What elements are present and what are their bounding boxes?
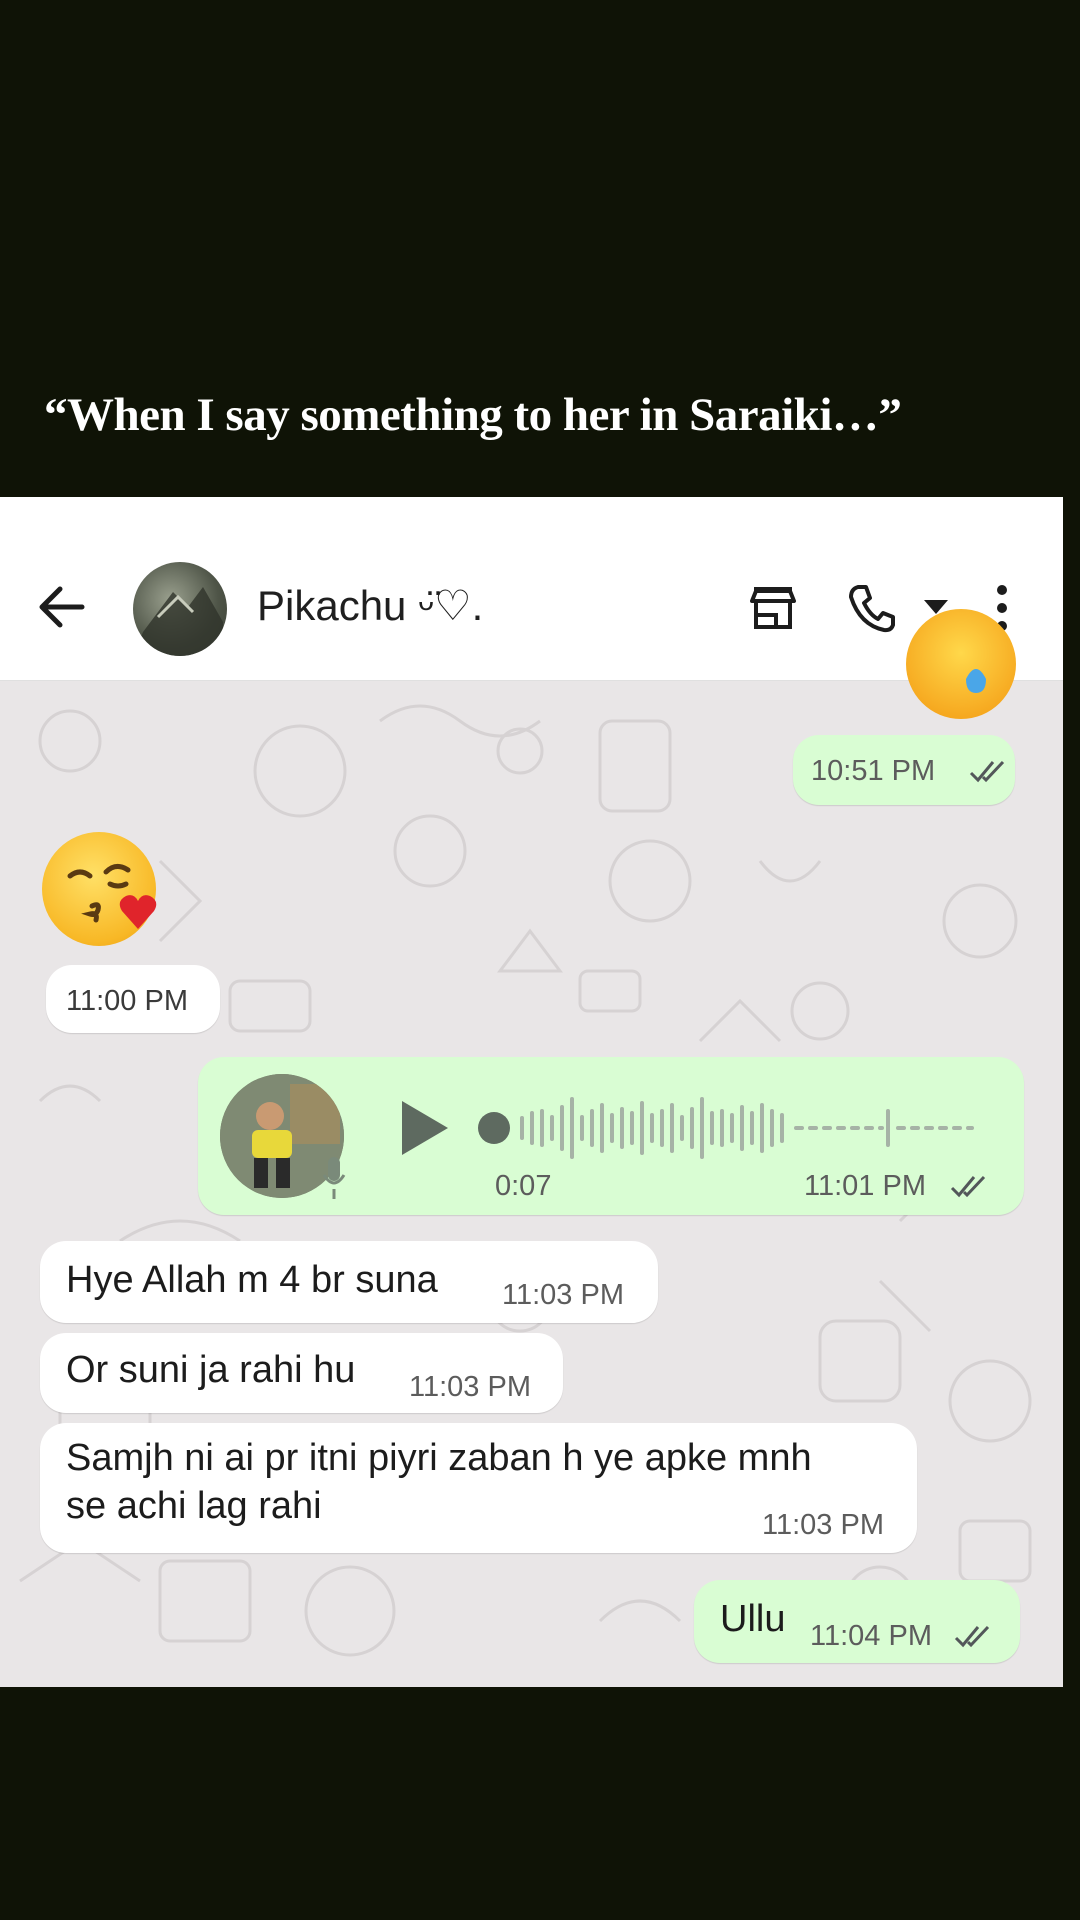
heart-icon — [119, 895, 157, 929]
message-bubble-incoming[interactable]: Or suni ja rahi hu 11:03 PM — [40, 1333, 563, 1413]
double-check-icon — [950, 1175, 986, 1198]
message-time: 11:00 PM — [66, 985, 188, 1017]
video-caption: “When I say something to her in Saraiki…… — [44, 389, 902, 441]
store-icon[interactable] — [748, 585, 798, 631]
message-time: 11:01 PM — [804, 1170, 926, 1202]
contact-name[interactable]: Pikachu ᵕ̈♡. — [257, 581, 483, 630]
message-time: 11:03 PM — [762, 1509, 884, 1541]
message-bubble-incoming[interactable]: Samjh ni ai pr itni piyri zaban h ye apk… — [40, 1423, 917, 1553]
tears-emoji-icon — [966, 669, 986, 693]
chat-header: Pikachu ᵕ̈♡. — [0, 497, 1063, 681]
message-text: Or suni ja rahi hu — [66, 1349, 356, 1391]
message-time: 11:03 PM — [502, 1279, 624, 1311]
message-time: 10:51 PM — [811, 755, 936, 787]
message-text: Ullu — [720, 1598, 786, 1640]
message-bubble-outgoing[interactable]: 10:51 PM — [793, 735, 1015, 805]
voice-message-bubble[interactable]: 0:07 11:01 PM — [198, 1057, 1024, 1215]
chat-window: Pikachu ᵕ̈♡. 10:51 PM 11:00 PM 0:07 11:0… — [0, 497, 1063, 1687]
mic-icon — [322, 1157, 346, 1199]
contact-avatar[interactable] — [133, 562, 227, 656]
message-time: 11:04 PM — [810, 1620, 932, 1652]
play-icon[interactable] — [400, 1099, 450, 1157]
double-check-icon — [969, 760, 1005, 783]
voice-duration: 0:07 — [495, 1170, 552, 1202]
message-bubble-incoming[interactable]: Hye Allah m 4 br suna 11:03 PM — [40, 1241, 658, 1323]
avatar-image — [133, 587, 223, 656]
sticker-emoji-partial — [906, 609, 1016, 719]
message-bubble-outgoing[interactable]: Ullu 11:04 PM — [694, 1580, 1020, 1663]
message-bubble-incoming[interactable]: 11:00 PM — [46, 965, 220, 1033]
double-check-icon — [954, 1625, 990, 1648]
voice-waveform[interactable] — [478, 1093, 978, 1163]
call-icon[interactable] — [846, 583, 896, 633]
back-arrow-icon[interactable] — [36, 585, 86, 629]
message-text-line1: Samjh ni ai pr itni piyri zaban h ye apk… — [66, 1437, 812, 1479]
message-time: 11:03 PM — [409, 1371, 531, 1403]
message-text: Hye Allah m 4 br suna — [66, 1259, 438, 1301]
message-text-line2: se achi lag rahi — [66, 1485, 322, 1527]
